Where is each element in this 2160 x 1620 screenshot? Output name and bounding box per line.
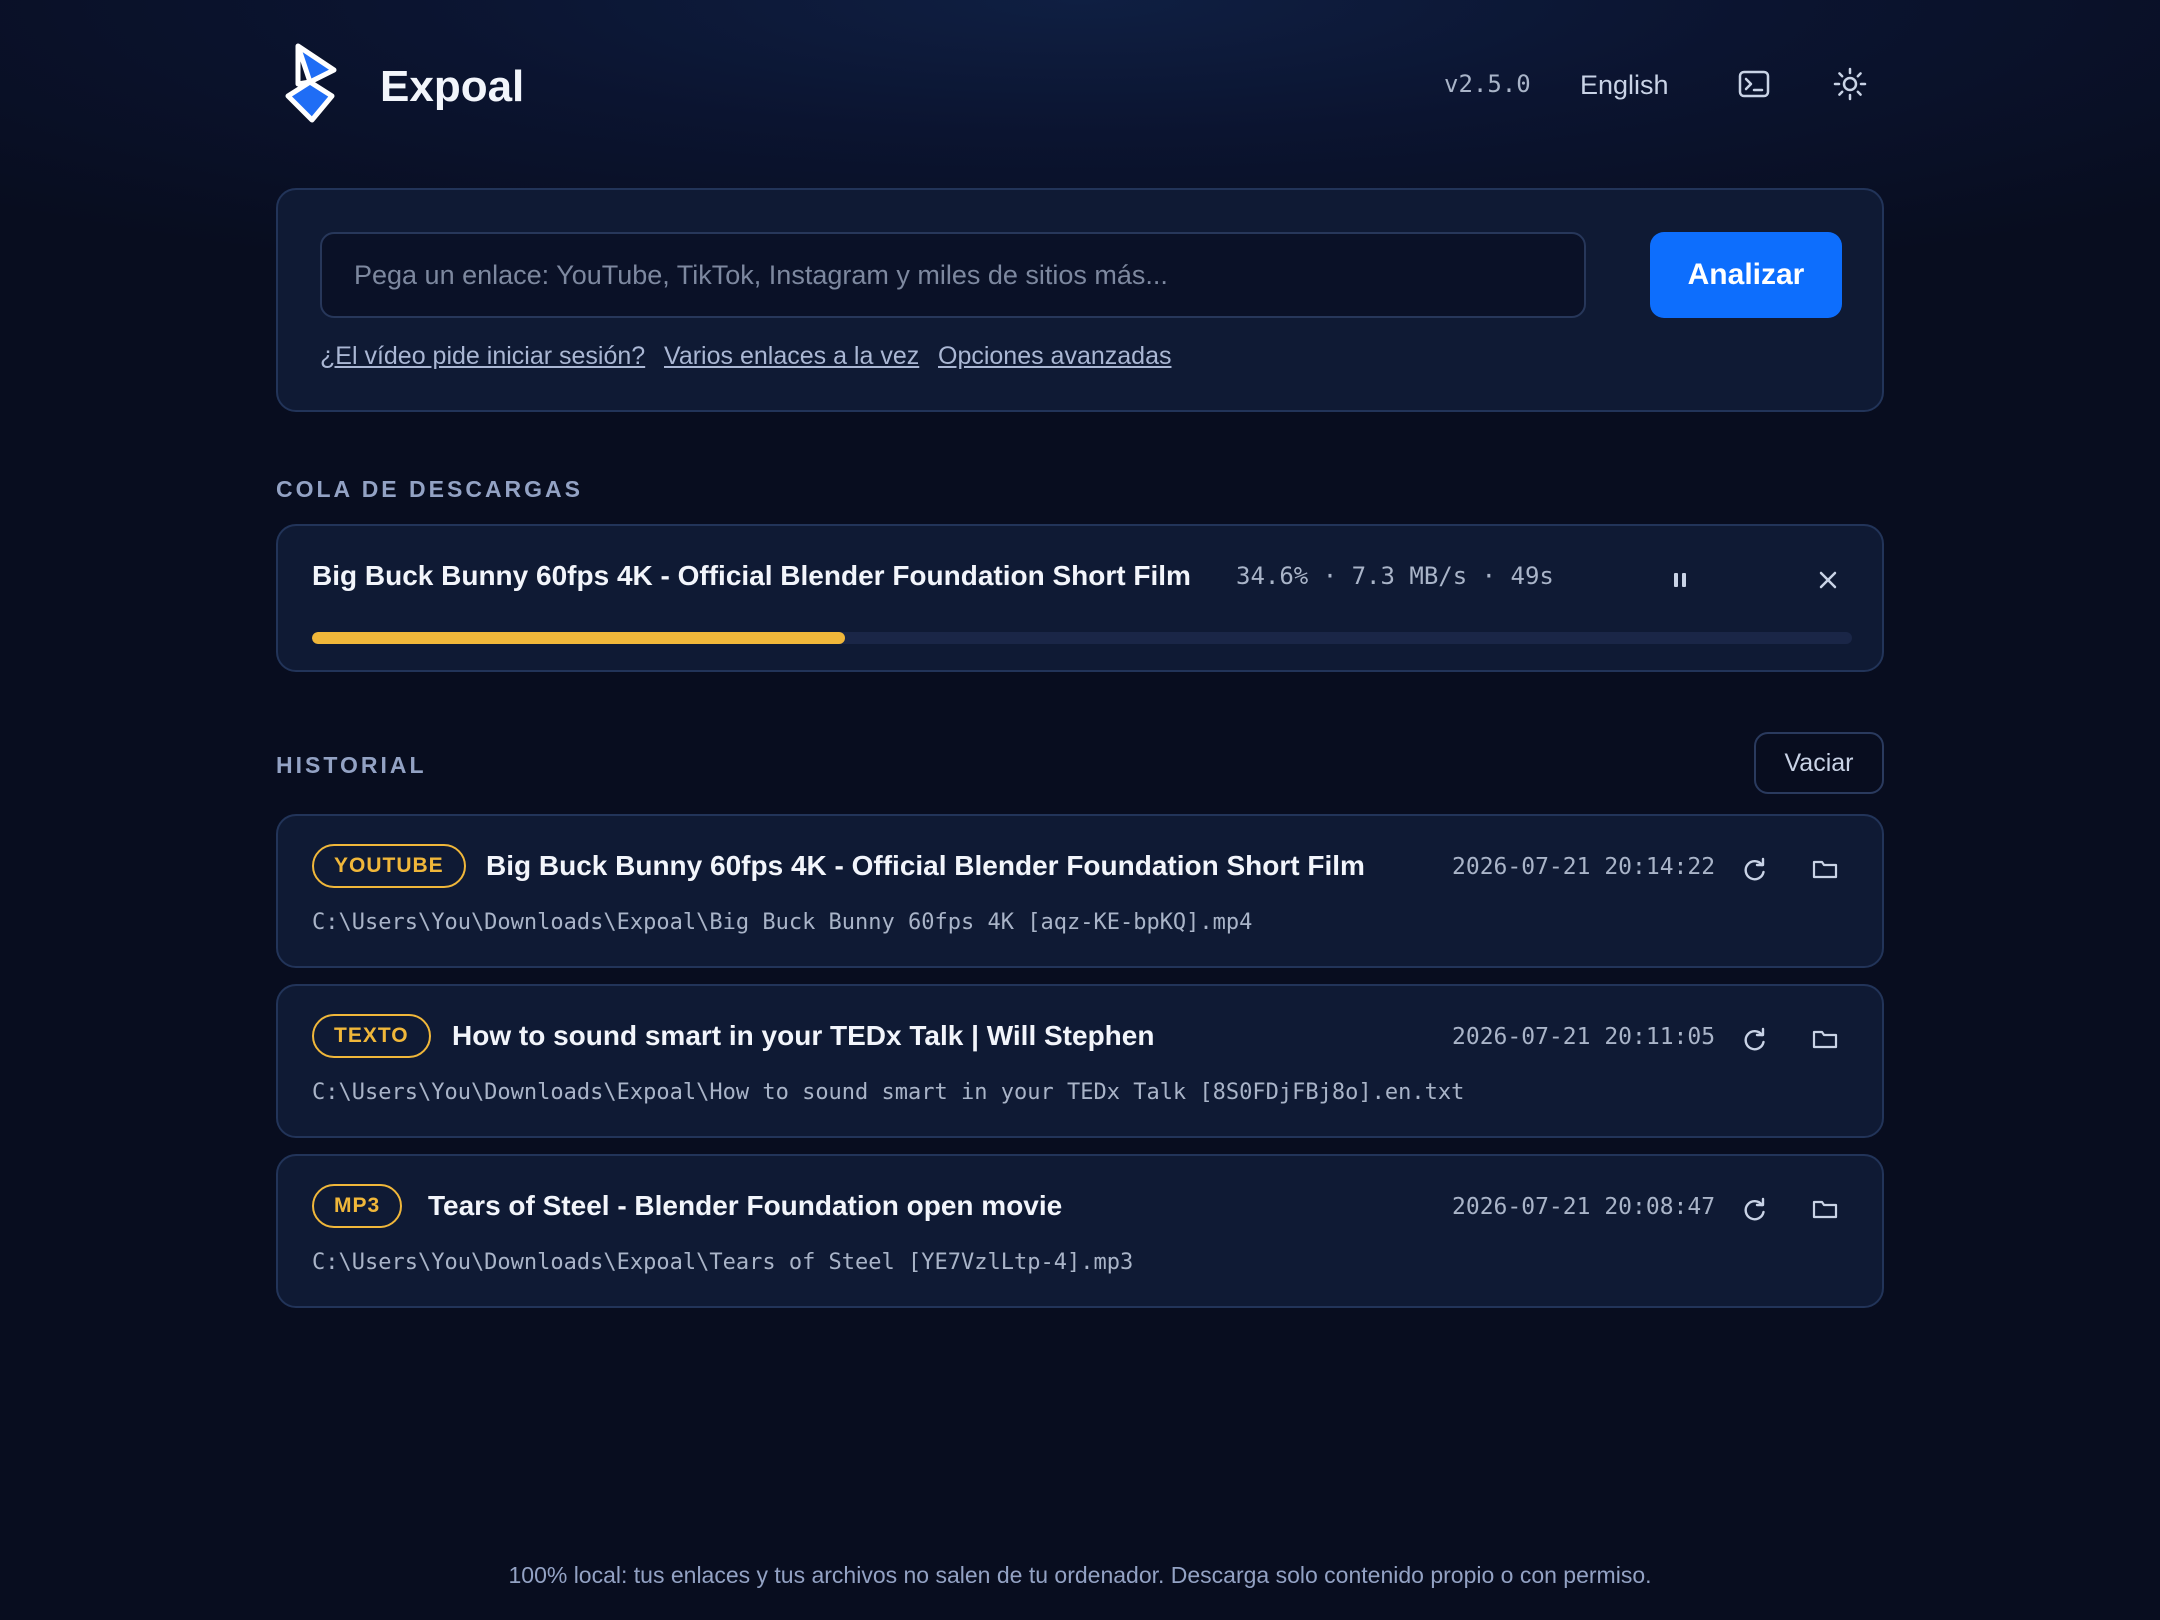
folder-icon[interactable] [1810,854,1840,884]
history-item-date: 2026-07-21 20:08:47 [1452,1194,1716,1220]
retry-icon[interactable] [1740,854,1770,884]
source-badge: MP3 [312,1184,403,1228]
clear-history-button[interactable]: Vaciar [1754,732,1884,794]
history-item-path: C:\Users\You\Downloads\Expoal\How to sou… [312,1080,1465,1105]
folder-icon[interactable] [1810,1194,1840,1224]
source-badge: YOUTUBE [312,844,466,888]
history-item: TEXTO How to sound smart in your TEDx Ta… [276,984,1884,1138]
queue-item: Big Buck Bunny 60fps 4K - Official Blend… [276,524,1884,672]
analyze-button[interactable]: Analizar [1650,232,1842,318]
sun-icon[interactable] [1832,66,1868,102]
history-item-title: Tears of Steel - Blender Foundation open… [428,1190,1063,1221]
app-logo [285,43,337,123]
history-item-date: 2026-07-21 20:14:22 [1452,854,1716,880]
terminal-icon[interactable] [1736,66,1772,102]
app-header: Expoal v2.5.0 English [276,40,1884,140]
history-section-title: HISTORIAL [276,752,427,778]
queue-item-title: Big Buck Bunny 60fps 4K - Official Blend… [312,560,1191,591]
folder-icon[interactable] [1810,1024,1840,1054]
login-help-link[interactable]: ¿El vídeo pide iniciar sesión? [320,342,645,371]
cancel-icon[interactable] [1810,562,1846,598]
app-name: Expoal [380,62,525,111]
history-item-path: C:\Users\You\Downloads\Expoal\Tears of S… [312,1250,1134,1275]
advanced-options-link[interactable]: Opciones avanzadas [938,342,1171,371]
version-label: v2.5.0 [1444,70,1531,98]
url-input[interactable] [320,232,1586,318]
footer-disclaimer: 100% local: tus enlaces y tus archivos n… [508,1562,1652,1588]
retry-icon[interactable] [1740,1194,1770,1224]
pause-icon[interactable] [1662,562,1698,598]
history-item-date: 2026-07-21 20:11:05 [1452,1024,1716,1050]
history-item-title: Big Buck Bunny 60fps 4K - Official Blend… [486,850,1365,881]
source-badge: TEXTO [312,1014,431,1058]
history-item: MP3 Tears of Steel - Blender Foundation … [276,1154,1884,1308]
progress-fill [312,632,845,644]
history-item: YOUTUBE Big Buck Bunny 60fps 4K - Offici… [276,814,1884,968]
history-item-path: C:\Users\You\Downloads\Expoal\Big Buck B… [312,910,1253,935]
language-selector[interactable]: English [1580,70,1669,101]
queue-section-title: COLA DE DESCARGAS [276,476,583,502]
queue-item-stats: 34.6% · 7.3 MB/s · 49s [1236,562,1554,590]
url-card: Analizar ¿El vídeo pide iniciar sesión? … [276,188,1884,412]
history-item-title: How to sound smart in your TEDx Talk | W… [452,1020,1155,1051]
multiple-links-link[interactable]: Varios enlaces a la vez [664,342,919,371]
retry-icon[interactable] [1740,1024,1770,1054]
progress-bar [312,632,1852,644]
